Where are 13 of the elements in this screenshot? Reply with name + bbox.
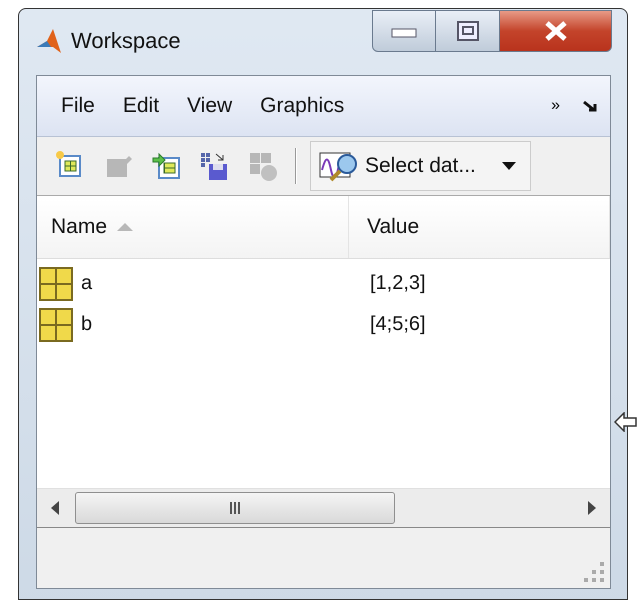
column-header[interactable]: Name	[37, 196, 349, 258]
menu-item[interactable]: Graphics	[246, 94, 358, 118]
menu-item[interactable]: File	[47, 94, 109, 118]
select-data-button[interactable]: Select dat...	[310, 141, 531, 191]
menu-item[interactable]: Edit	[108, 94, 174, 118]
column-header[interactable]: Value	[349, 196, 610, 258]
variable-value: [1,2,3]	[369, 272, 427, 295]
more-menus-button[interactable]: »	[537, 97, 574, 115]
menu-item[interactable]: View	[173, 94, 246, 118]
variable-name: a	[81, 272, 92, 295]
variable-name: b	[81, 313, 92, 336]
variable-value: [4;5;6]	[369, 313, 427, 336]
window-title: Workspace	[71, 28, 181, 54]
